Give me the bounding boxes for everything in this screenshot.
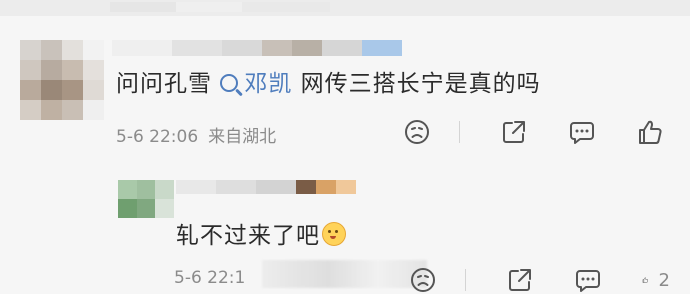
divider (465, 269, 466, 291)
comment-item: 问问孔雪 邓凯 网传三搭长宁是真的吗 5-6 22:06 来自湖北 (0, 18, 690, 158)
like-icon (642, 277, 648, 283)
search-icon (220, 74, 239, 92)
divider (459, 121, 460, 143)
comment-text-part: 轧不过来了吧 (176, 223, 320, 249)
mention-link[interactable]: 邓凯 (220, 71, 292, 97)
comment-text-part: 问问孔雪 (116, 71, 212, 97)
like-button[interactable]: 2 (642, 266, 670, 294)
comment-icon (576, 270, 600, 292)
comment-text: 问问孔雪 邓凯 网传三搭长宁是真的吗 (116, 64, 541, 98)
timestamp: 5-6 22:06 (116, 127, 199, 147)
share-icon (503, 121, 525, 143)
comment-item: 轧不过来了吧 5-6 22:1 2 (0, 164, 690, 294)
username-mosaic[interactable] (176, 180, 356, 194)
like-count: 2 (658, 269, 670, 291)
comment-text-part: 网传三搭长宁是真的吗 (292, 71, 541, 97)
mention-name: 邓凯 (244, 71, 293, 97)
sad-face-button[interactable] (403, 118, 431, 146)
like-icon (639, 120, 662, 144)
avatar[interactable] (20, 40, 104, 120)
timestamp: 5-6 22:1 (174, 268, 246, 288)
comment-text: 轧不过来了吧 (176, 216, 346, 250)
sad-face-button[interactable] (409, 266, 437, 294)
like-button[interactable] (636, 118, 664, 146)
sad-face-icon (405, 120, 429, 144)
comment-button[interactable] (568, 118, 596, 146)
avatar[interactable] (118, 180, 174, 218)
comment-button[interactable] (574, 266, 602, 294)
share-button[interactable] (500, 118, 528, 146)
username-mosaic[interactable] (112, 40, 402, 56)
location: 来自湖北 (208, 127, 277, 147)
comment-actions: 2 (369, 266, 670, 294)
comment-actions (363, 118, 664, 146)
comment-icon (570, 122, 594, 144)
share-button[interactable] (506, 266, 534, 294)
blurred-region (110, 2, 330, 12)
comment-meta: 5-6 22:06 来自湖北 (116, 122, 276, 147)
smile-emoji-icon (322, 222, 346, 246)
share-icon (509, 269, 531, 291)
comment-meta: 5-6 22:1 (174, 268, 245, 288)
sad-face-icon (411, 268, 435, 292)
top-edge (0, 0, 690, 16)
